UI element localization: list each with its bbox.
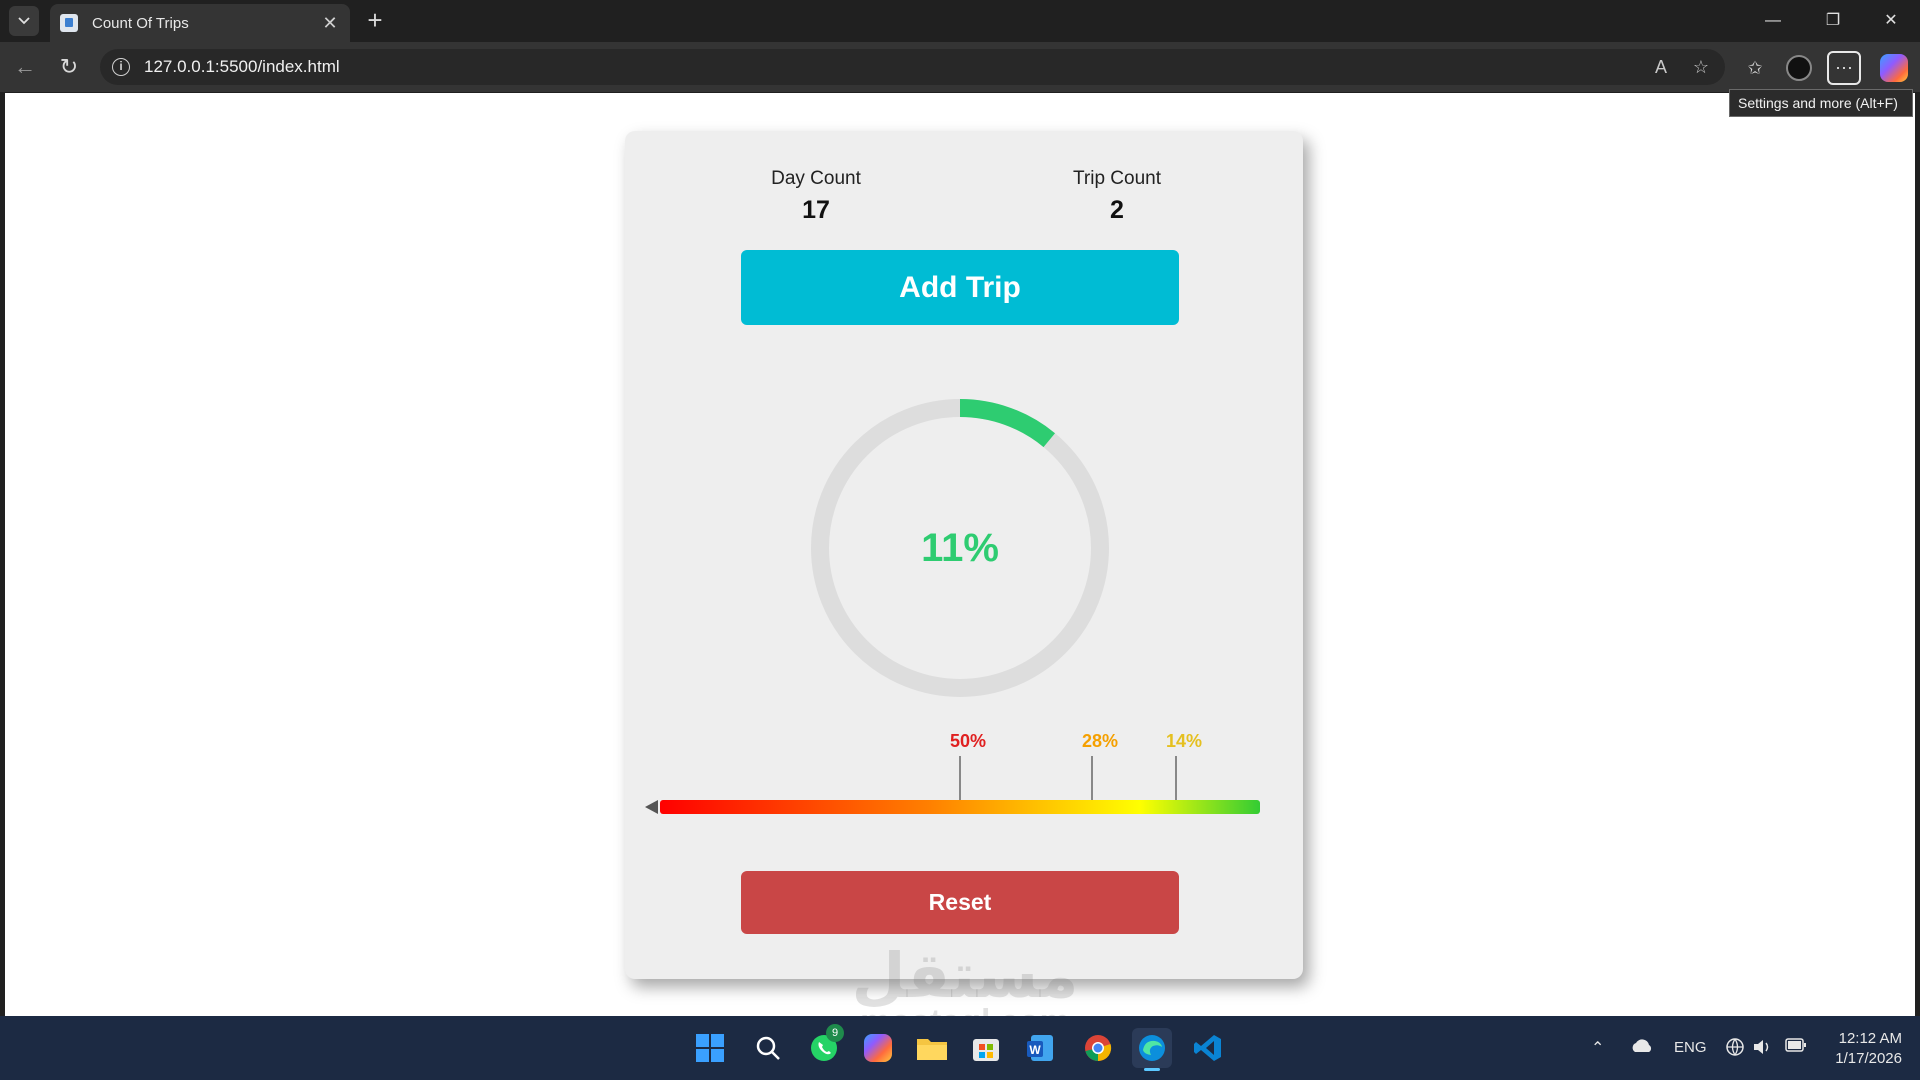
window-close-icon[interactable]: ✕: [1868, 8, 1914, 34]
page-favicon-icon: [60, 14, 78, 32]
whatsapp-badge: 9: [826, 1024, 844, 1042]
browser-tab[interactable]: Count Of Trips ✕: [50, 4, 350, 42]
minimize-icon[interactable]: —: [1750, 8, 1796, 34]
tab-title: Count Of Trips: [92, 14, 189, 32]
clock-time: 12:12 AM: [1838, 1030, 1902, 1047]
tab-bar: Count Of Trips ✕ + — ❐ ✕: [0, 0, 1920, 42]
back-icon[interactable]: ←: [9, 51, 41, 83]
clock[interactable]: 12:12 AM 1/17/2026: [1822, 1029, 1902, 1069]
taskbar: 9 W ⌃ ENG 12:12 AM 1/17/2026: [0, 1016, 1920, 1080]
copilot-icon[interactable]: [858, 1028, 898, 1068]
url-text: 127.0.0.1:5500/index.html: [144, 57, 340, 76]
page-viewport: Day Count 17 Trip Count 2 Add Trip 11% 5…: [5, 93, 1915, 1016]
risk-gauge: 50% 28% 14%: [645, 731, 1260, 814]
plus-icon[interactable]: +: [360, 6, 390, 36]
gauge-bar: [660, 800, 1260, 814]
favorites-icon[interactable]: ✩: [1738, 51, 1772, 85]
whatsapp-icon[interactable]: 9: [804, 1024, 844, 1068]
profile-icon[interactable]: [1786, 55, 1812, 81]
gauge-marker-label: 28%: [1082, 731, 1118, 751]
tab-actions-icon[interactable]: [9, 6, 39, 36]
network-icon[interactable]: [1725, 1037, 1745, 1061]
trip-count-value: 2: [1110, 196, 1124, 224]
vscode-icon[interactable]: [1188, 1028, 1228, 1068]
trip-count-label: Trip Count: [1073, 168, 1161, 189]
reset-button[interactable]: Reset: [741, 871, 1179, 934]
word-icon[interactable]: W: [1020, 1028, 1060, 1068]
trip-count-stat: Trip Count 2: [1007, 168, 1227, 225]
svg-text:W: W: [1029, 1043, 1041, 1057]
clock-date: 1/17/2026: [1835, 1050, 1902, 1067]
more-icon[interactable]: ⋯: [1827, 51, 1861, 85]
star-icon[interactable]: ☆: [1685, 49, 1717, 85]
battery-icon[interactable]: [1785, 1038, 1807, 1056]
info-icon[interactable]: i: [112, 58, 130, 76]
restore-icon[interactable]: ❐: [1810, 8, 1856, 34]
store-icon[interactable]: [966, 1028, 1006, 1068]
trip-counter-card: Day Count 17 Trip Count 2 Add Trip 11% 5…: [625, 131, 1303, 979]
gauge-marker-label: 50%: [950, 731, 986, 751]
day-count-value: 17: [802, 196, 830, 224]
browser-toolbar: ← ↻ i 127.0.0.1:5500/index.html A ☆ ✩ ⋯: [0, 42, 1920, 92]
edge-icon[interactable]: [1132, 1028, 1172, 1071]
file-explorer-icon[interactable]: [912, 1028, 952, 1068]
day-count-label: Day Count: [771, 168, 861, 189]
windows-start-icon[interactable]: [690, 1028, 730, 1068]
language-indicator[interactable]: ENG: [1674, 1039, 1707, 1056]
search-icon[interactable]: [748, 1028, 788, 1068]
active-app-indicator: [1144, 1068, 1160, 1071]
day-count-stat: Day Count 17: [706, 168, 926, 225]
gauge-marker-label: 14%: [1166, 731, 1202, 751]
volume-icon[interactable]: [1752, 1037, 1772, 1061]
close-icon[interactable]: ✕: [320, 13, 340, 34]
add-trip-button[interactable]: Add Trip: [741, 250, 1179, 325]
read-aloud-icon[interactable]: A: [1645, 49, 1677, 85]
gauge-pointer-icon: [645, 800, 658, 814]
refresh-icon[interactable]: ↻: [53, 51, 85, 83]
chrome-icon[interactable]: [1078, 1028, 1118, 1068]
settings-tooltip: Settings and more (Alt+F): [1729, 89, 1913, 117]
progress-percentage: 11%: [921, 525, 999, 570]
copilot-icon[interactable]: [1880, 54, 1908, 82]
address-bar[interactable]: i 127.0.0.1:5500/index.html A ☆: [100, 49, 1725, 85]
onedrive-icon[interactable]: [1630, 1036, 1654, 1058]
show-hidden-icons-icon[interactable]: ⌃: [1591, 1038, 1604, 1058]
